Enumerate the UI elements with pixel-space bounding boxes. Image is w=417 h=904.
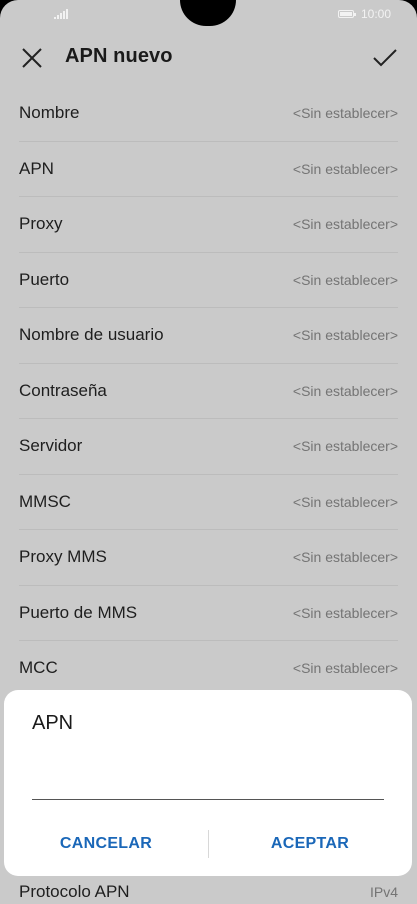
- field-row-nombre-de-usuario[interactable]: Nombre de usuario <Sin establecer>: [19, 308, 398, 364]
- status-time: 10:00: [361, 7, 392, 21]
- field-row-servidor[interactable]: Servidor <Sin establecer>: [19, 419, 398, 475]
- field-row-proxy-mms[interactable]: Proxy MMS <Sin establecer>: [19, 530, 398, 586]
- field-row-protocolo-apn[interactable]: Protocolo APN IPv4: [19, 878, 398, 904]
- field-value: <Sin establecer>: [292, 438, 398, 454]
- phone-screen: 10:00 APN nuevo Nombre <Sin establecer> …: [0, 0, 417, 904]
- status-bar: 10:00: [0, 0, 417, 30]
- field-label: Proxy: [19, 214, 63, 233]
- field-row-nombre[interactable]: Nombre <Sin establecer>: [19, 86, 398, 142]
- field-row-proxy[interactable]: Proxy <Sin establecer>: [19, 197, 398, 253]
- field-value: <Sin establecer>: [292, 105, 398, 121]
- field-label: MCC: [19, 658, 58, 677]
- field-row-mcc[interactable]: MCC <Sin establecer>: [19, 641, 398, 697]
- field-label: Nombre de usuario: [19, 325, 164, 344]
- field-label: MMSC: [19, 491, 71, 511]
- field-value: <Sin establecer>: [292, 160, 398, 177]
- field-value: IPv4: [369, 884, 398, 900]
- field-row-puerto[interactable]: Puerto <Sin establecer>: [19, 253, 398, 308]
- apn-field-list: Nombre <Sin establecer> APN <Sin estable…: [0, 86, 417, 697]
- field-row-contrasena[interactable]: Contraseña <Sin establecer>: [19, 364, 398, 419]
- field-value: <Sin establecer>: [292, 493, 398, 510]
- field-label: Nombre: [19, 103, 80, 122]
- apn-input-dialog: APN CANCELAR ACEPTAR: [4, 690, 412, 876]
- toolbar: APN nuevo: [0, 30, 417, 86]
- check-icon[interactable]: [372, 46, 398, 70]
- battery-icon: [338, 10, 356, 18]
- field-label: Protocolo APN: [19, 882, 130, 901]
- field-value: <Sin establecer>: [292, 216, 398, 232]
- cancel-button[interactable]: CANCELAR: [4, 824, 208, 864]
- field-row-apn[interactable]: APN <Sin establecer>: [19, 142, 398, 197]
- field-row-mmsc[interactable]: MMSC <Sin establecer>: [19, 475, 398, 530]
- field-value: <Sin establecer>: [292, 604, 398, 621]
- field-label: Puerto de MMS: [19, 602, 138, 622]
- field-value: <Sin establecer>: [292, 549, 398, 565]
- page-title: APN nuevo: [65, 45, 173, 67]
- field-value: <Sin establecer>: [292, 271, 398, 288]
- field-value: <Sin establecer>: [292, 382, 398, 399]
- dialog-title: APN: [32, 712, 74, 734]
- field-row-puerto-mms[interactable]: Puerto de MMS <Sin establecer>: [19, 586, 398, 641]
- close-icon[interactable]: [20, 46, 44, 70]
- field-label: Contraseña: [19, 380, 107, 400]
- field-value: <Sin establecer>: [292, 660, 398, 676]
- field-label: APN: [19, 158, 54, 178]
- field-label: Puerto: [19, 269, 70, 289]
- field-value: <Sin establecer>: [292, 327, 398, 343]
- apn-input[interactable]: [32, 760, 384, 800]
- field-label: Proxy MMS: [19, 547, 107, 566]
- accept-button[interactable]: ACEPTAR: [208, 824, 412, 864]
- field-label: Servidor: [19, 436, 83, 455]
- signal-icon: [54, 9, 68, 19]
